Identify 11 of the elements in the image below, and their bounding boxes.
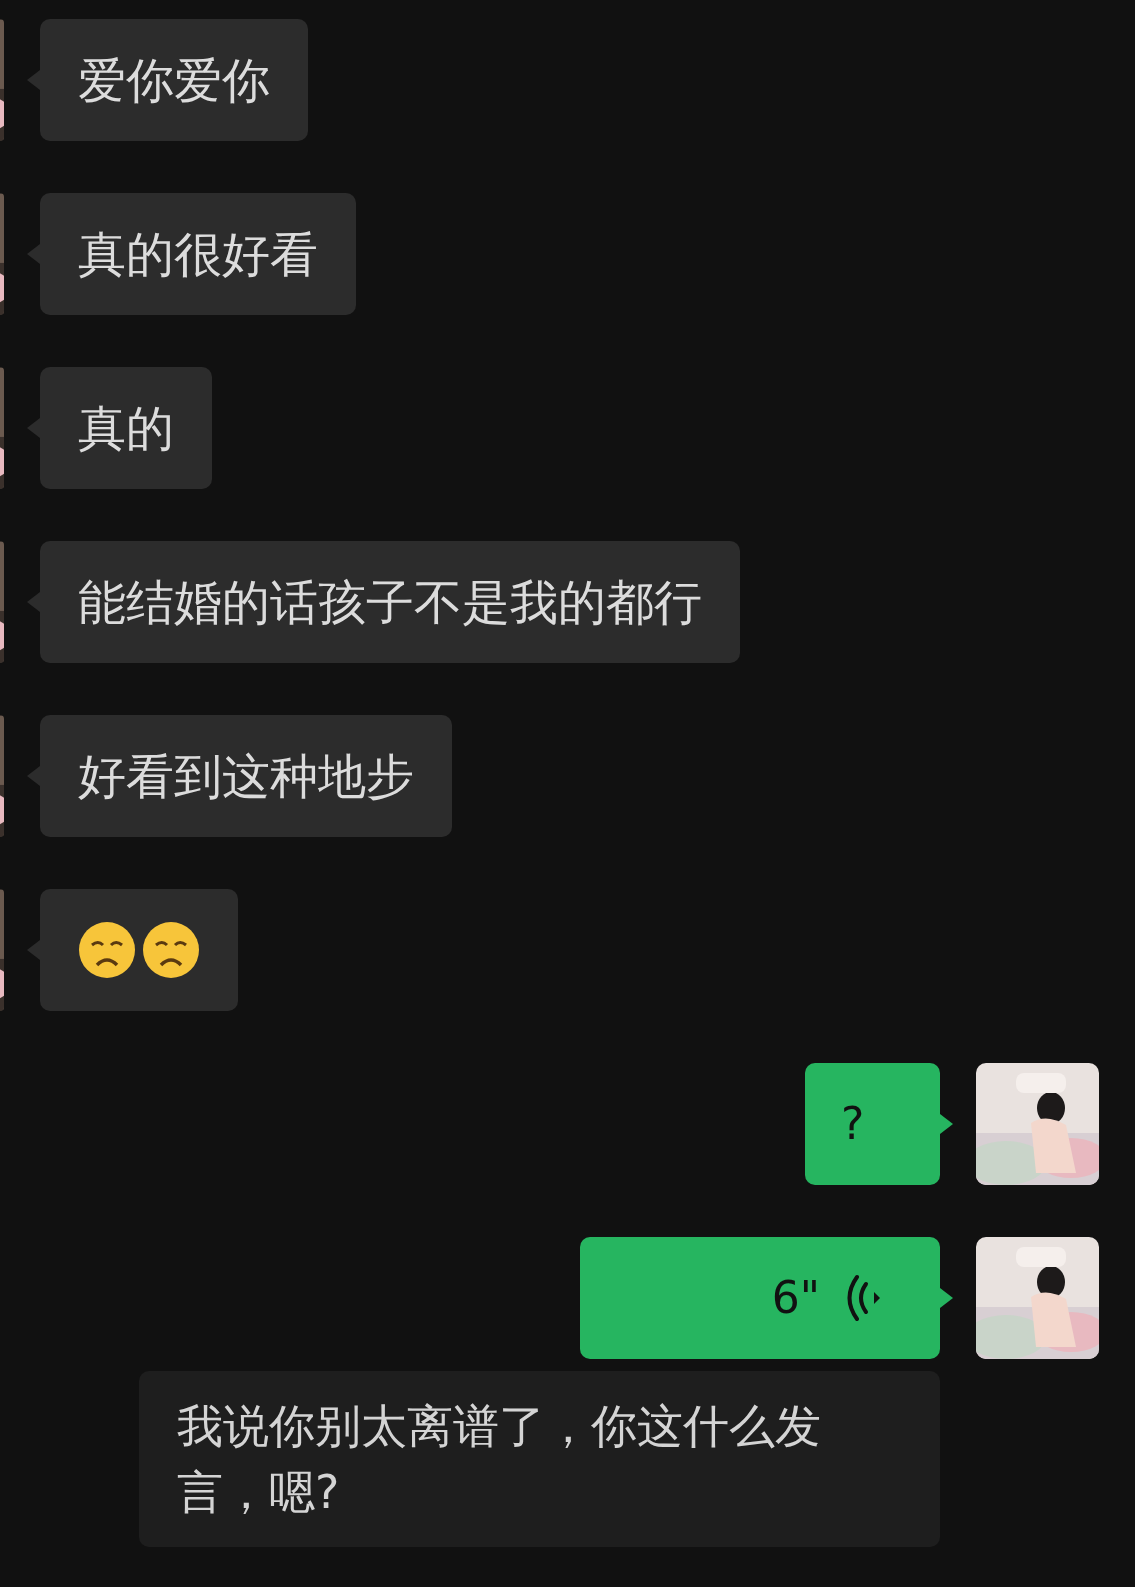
message-text: 好看到这种地步 <box>78 747 414 806</box>
sad-face-icon <box>78 921 136 979</box>
voice-wave-icon <box>846 1274 882 1322</box>
sad-face-icon <box>142 921 200 979</box>
voice-duration: 6" <box>771 1271 820 1325</box>
message-text: 真的 <box>78 399 174 458</box>
message-text: 真的很好看 <box>78 225 318 284</box>
message-text: ? <box>841 1097 865 1151</box>
message-text: 能结婚的话孩子不是我的都行 <box>78 573 702 632</box>
message-text: 爱你爱你 <box>78 51 270 110</box>
transcript-text: 我说你别太离谱了，你这什么发言，嗯? <box>177 1398 822 1521</box>
